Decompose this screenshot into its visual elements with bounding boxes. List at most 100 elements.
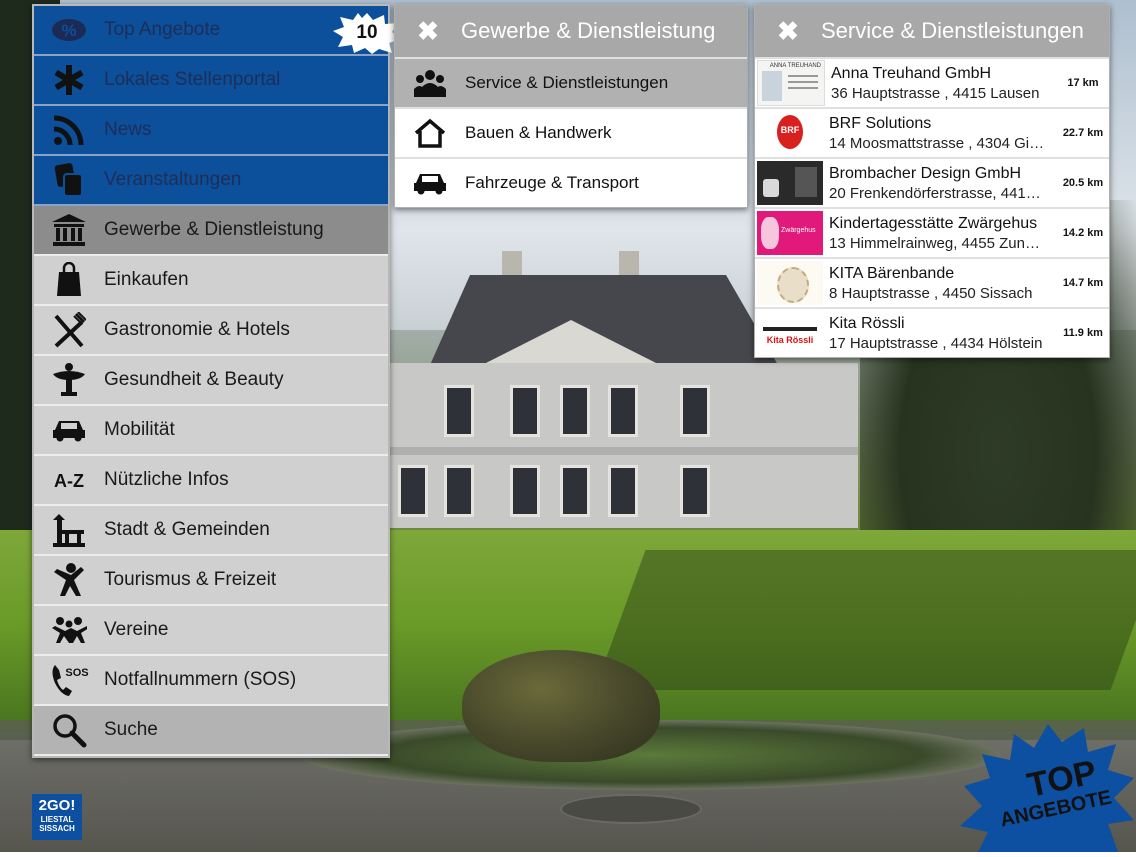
listing-name: KITA Bärenbande (829, 264, 955, 282)
menu-label: Nützliche Infos (104, 469, 229, 490)
listing-thumbnail: BRF (757, 111, 823, 155)
svg-text:A-Z: A-Z (54, 471, 84, 491)
svg-text:SOS: SOS (65, 667, 88, 679)
menu-label: Stadt & Gemeinden (104, 519, 270, 540)
menu-label: Veranstaltungen (104, 169, 242, 190)
house-icon (395, 118, 465, 148)
listing-distance: 14.2 km (1062, 227, 1104, 239)
menu-item-tourismus[interactable]: Tourismus & Freizeit (34, 556, 388, 606)
listing-address: 8 Hauptstrasse , 4450 Sissach (829, 284, 1033, 302)
listing-item[interactable]: Kita Rössli Kita Rössli 17 Hauptstrasse … (755, 307, 1109, 357)
menu-label: Suche (104, 719, 158, 740)
menu-label: Top Angebote (104, 19, 221, 40)
shopping-bag-icon (34, 256, 104, 304)
sos-phone-icon: SOS (34, 656, 104, 704)
listing-name: Kindertagesstätte Zwärgehus (829, 214, 1038, 232)
app-logo[interactable]: 2GO! LIESTAL SISSACH (32, 794, 82, 840)
listing-panel: ✖ Service & Dienstleistungen ANNA TREUHA… (754, 4, 1110, 358)
people-icon (395, 69, 465, 97)
listing-address: 13 Himmelrainweg, 4455 Zunzgen (829, 234, 1047, 252)
person-jump-icon (34, 556, 104, 604)
menu-label: Mobilität (104, 419, 175, 440)
car-icon (34, 406, 104, 454)
menu-label: Tourismus & Freizeit (104, 569, 277, 590)
close-icon[interactable]: ✖ (755, 16, 821, 47)
menu-item-stellenportal[interactable]: Lokales Stellenportal (34, 56, 388, 106)
close-icon[interactable]: ✖ (395, 16, 461, 47)
menu-item-notfallnummern[interactable]: SOS Notfallnummern (SOS) (34, 656, 388, 706)
listing-thumbnail: Zwärgehus (757, 211, 823, 255)
town-hall-icon (34, 506, 104, 554)
menu-label: Notfallnummern (SOS) (104, 669, 297, 690)
top-angebote-badge[interactable]: TOP ANGEBOTE (958, 720, 1136, 852)
menu-item-news[interactable]: News (34, 106, 388, 156)
subcategory-label: Fahrzeuge & Transport (465, 173, 639, 192)
listing-item[interactable]: KITA Bärenbande 8 Hauptstrasse , 4450 Si… (755, 257, 1109, 307)
menu-item-vereine[interactable]: Vereine (34, 606, 388, 656)
subcategory-item-bauen[interactable]: Bauen & Handwerk (395, 107, 747, 157)
fountain-stone (462, 650, 660, 762)
listing-address: 14 Moosmattstrasse , 4304 Giebenach (829, 134, 1047, 152)
listing-item[interactable]: BRF BRF Solutions 14 Moosmattstrasse , 4… (755, 107, 1109, 157)
menu-item-mobilitaet[interactable]: Mobilität (34, 406, 388, 456)
bank-icon (34, 206, 104, 254)
tickets-icon (34, 156, 104, 204)
menu-item-einkaufen[interactable]: Einkaufen (34, 256, 388, 306)
panel-header: ✖ Gewerbe & Dienstleistung (395, 5, 747, 57)
group-icon (34, 606, 104, 654)
car-icon (395, 171, 465, 195)
a-z-icon: A-Z (34, 456, 104, 504)
menu-label: Gastronomie & Hotels (104, 319, 290, 340)
listing-address: 36 Hauptstrasse , 4415 Lausen (831, 84, 1040, 102)
menu-item-gastronomie[interactable]: Gastronomie & Hotels (34, 306, 388, 356)
menu-label: Gewerbe & Dienstleistung (104, 219, 324, 240)
logo-main: 2GO! (38, 797, 76, 814)
listing-address: 20 Frenkendörferstrasse, 4410 Liestal (829, 184, 1047, 202)
menu-item-veranstaltungen[interactable]: Veranstaltungen (34, 156, 388, 206)
percent-icon: % (34, 6, 104, 54)
logo-sub2: SISSACH (39, 824, 75, 833)
listing-distance: 17 km (1067, 77, 1099, 89)
subcategory-label: Bauen & Handwerk (465, 123, 612, 142)
panel-title: Gewerbe & Dienstleistung (461, 18, 716, 43)
fountain-icon (34, 356, 104, 404)
menu-item-gewerbe[interactable]: Gewerbe & Dienstleistung (34, 206, 388, 256)
search-icon (34, 706, 104, 754)
subcategory-label: Service & Dienstleistungen (465, 73, 669, 92)
listing-name: BRF Solutions (829, 114, 932, 132)
main-menu: % Top Angebote Lokales Stellenportal New… (32, 4, 401, 758)
menu-label: Gesundheit & Beauty (104, 369, 284, 390)
subcategory-panel: ✖ Gewerbe & Dienstleistung Service & Die… (394, 4, 748, 208)
listing-distance: 22.7 km (1062, 127, 1104, 139)
menu-item-gesundheit[interactable]: Gesundheit & Beauty (34, 356, 388, 406)
menu-label: Einkaufen (104, 269, 189, 290)
listing-item[interactable]: Zwärgehus Kindertagesstätte Zwärgehus 13… (755, 207, 1109, 257)
fork-knife-icon (34, 306, 104, 354)
panel-title: Service & Dienstleistungen (821, 18, 1084, 43)
listing-name: Anna Treuhand GmbH (831, 64, 992, 82)
listing-thumbnail: Kita Rössli (757, 311, 823, 355)
listing-thumbnail: ANNA TREUHAND (757, 60, 825, 106)
listing-distance: 14.7 km (1062, 277, 1104, 289)
listing-item[interactable]: ANNA TREUHAND Anna Treuhand GmbH 36 Haup… (755, 57, 1109, 107)
subcategory-item-service[interactable]: Service & Dienstleistungen (395, 57, 747, 107)
menu-item-suche[interactable]: Suche (34, 706, 388, 756)
logo-sub1: LIESTAL (40, 815, 74, 824)
badge-count: 10 (356, 22, 378, 43)
listing-name: Brombacher Design GmbH (829, 164, 1022, 182)
subcategory-item-fahrzeuge[interactable]: Fahrzeuge & Transport (395, 157, 747, 207)
listing-distance: 11.9 km (1063, 327, 1103, 339)
asterisk-icon (34, 56, 104, 104)
offers-count-badge: 10 (332, 12, 402, 54)
listing-thumbnail (757, 261, 823, 305)
menu-label: Lokales Stellenportal (104, 69, 281, 90)
menu-label: News (104, 119, 152, 140)
menu-item-stadt[interactable]: Stadt & Gemeinden (34, 506, 388, 556)
listing-distance: 20.5 km (1062, 177, 1104, 189)
listing-name: Kita Rössli (829, 314, 905, 332)
menu-item-nuetzliche-infos[interactable]: A-Z Nützliche Infos (34, 456, 388, 506)
svg-text:%: % (61, 21, 76, 40)
panel-header: ✖ Service & Dienstleistungen (755, 5, 1109, 57)
listing-item[interactable]: Brombacher Design GmbH 20 Frenkendörfers… (755, 157, 1109, 207)
menu-label: Vereine (104, 619, 169, 640)
